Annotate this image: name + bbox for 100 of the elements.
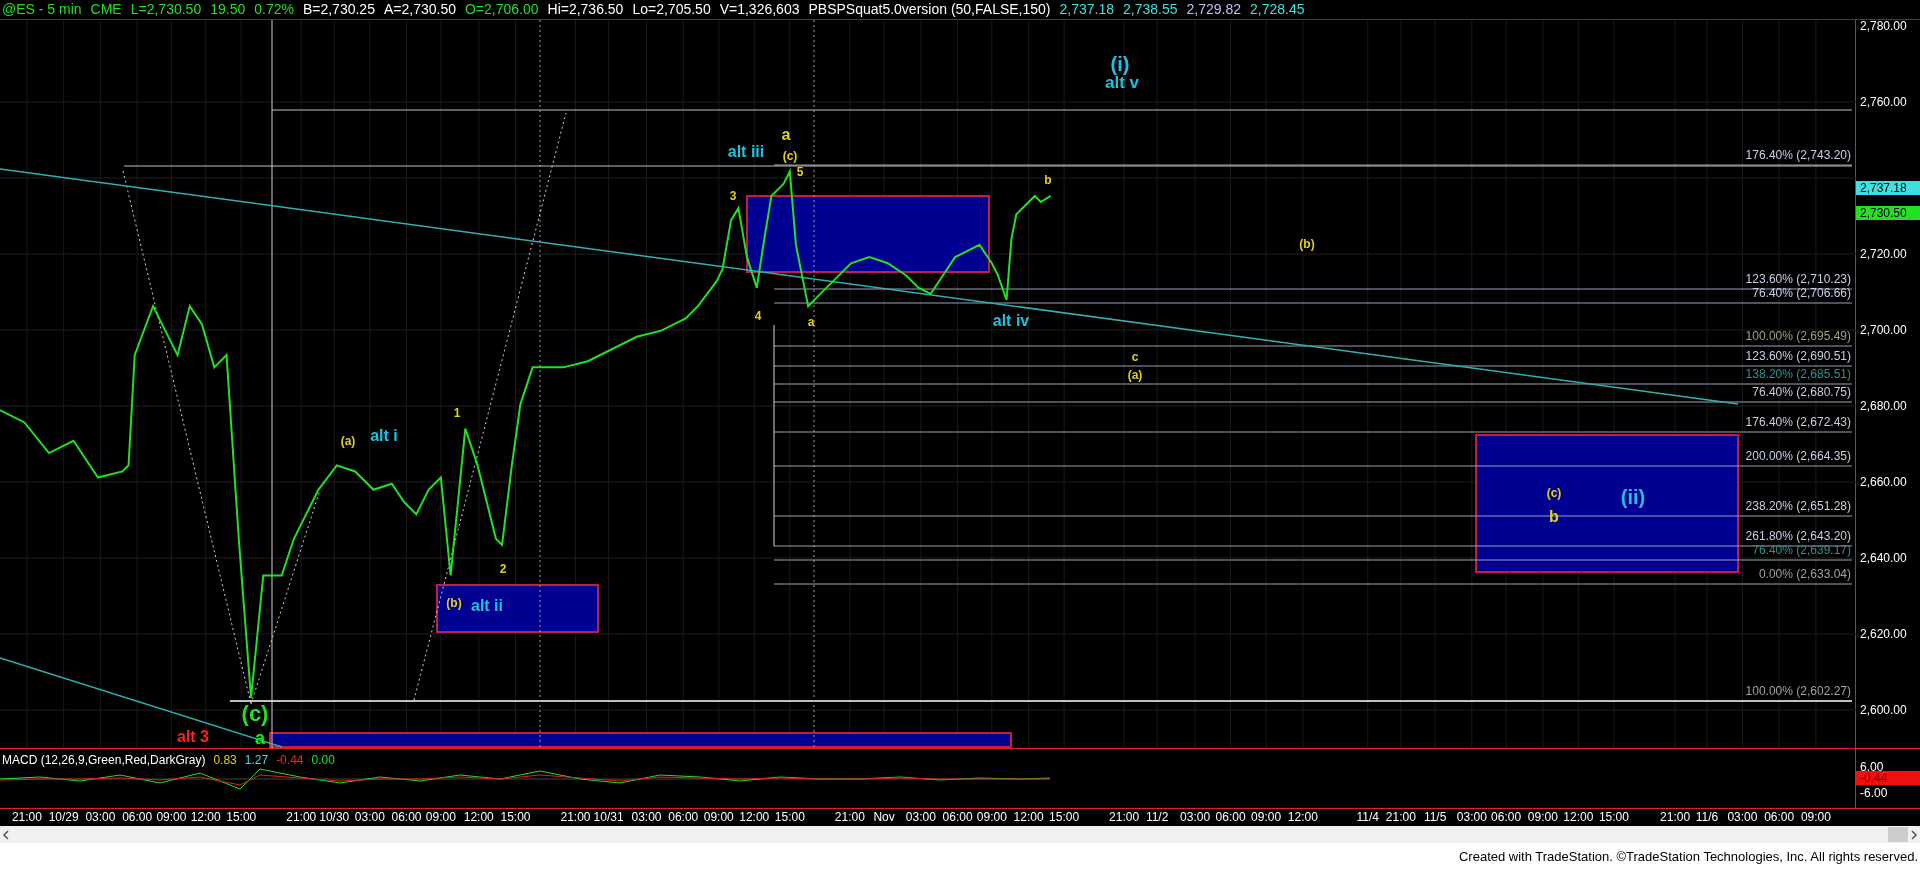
price-axis-label: 2,780.00 bbox=[1860, 20, 1907, 32]
price-axis-label: 2,640.00 bbox=[1860, 552, 1907, 564]
header-field: O=2,706.00 bbox=[464, 0, 539, 20]
time-axis-label: Nov bbox=[873, 811, 895, 823]
fib-level-label: 76.40% (2,680.75) bbox=[1752, 386, 1851, 399]
wave-label: (a) bbox=[340, 435, 356, 447]
fib-level-label: 76.40% (2,639.17) bbox=[1752, 544, 1851, 557]
price-axis-label: 2,760.00 bbox=[1860, 96, 1907, 108]
fib-level-label: 261.80% (2,643.20) bbox=[1745, 530, 1851, 543]
fib-level-label: 200.00% (2,664.35) bbox=[1745, 450, 1851, 463]
time-axis-label: 15:00 bbox=[500, 811, 531, 823]
header-field: @ES - 5 min bbox=[2, 0, 82, 20]
time-axis-label: 15:00 bbox=[1598, 811, 1629, 823]
macd-legend-text: MACD (12,26,9,Green,Red,DarkGray) bbox=[2, 752, 206, 769]
wave-label: (c) bbox=[782, 150, 798, 162]
header-field: CME bbox=[90, 0, 122, 20]
time-axis-label: 21:00 bbox=[11, 811, 42, 823]
time-axis-label: 21:00 bbox=[560, 811, 591, 823]
wave-label: (b) bbox=[446, 597, 462, 609]
copyright-text: Created with TradeStation. ©TradeStation Technologies, Inc. All rights reserved. bbox=[1458, 847, 1918, 866]
time-axis-label: 12:00 bbox=[1013, 811, 1044, 823]
time-axis-label: 11/2 bbox=[1145, 811, 1169, 823]
time-axis-label: 03:00 bbox=[1456, 811, 1487, 823]
scroll-left-icon[interactable] bbox=[0, 828, 12, 841]
time-axis-label: 03:00 bbox=[1727, 811, 1758, 823]
header-field: Hi=2,736.50 bbox=[547, 0, 624, 20]
time-axis-label: 06:00 bbox=[942, 811, 973, 823]
header-field: 2,729.82 bbox=[1186, 0, 1241, 20]
time-axis-label: 21:00 bbox=[1385, 811, 1416, 823]
scroll-right-icon[interactable] bbox=[1908, 828, 1920, 841]
time-axis-label: 03:00 bbox=[354, 811, 385, 823]
header-field: 2,728.45 bbox=[1250, 0, 1305, 20]
price-axis-label: 2,620.00 bbox=[1860, 628, 1907, 640]
wave-label: (c) bbox=[1546, 487, 1562, 499]
header-field: 2,738.55 bbox=[1123, 0, 1178, 20]
header-field: V=1,326,603 bbox=[719, 0, 800, 20]
wave-label: c bbox=[1131, 351, 1139, 363]
wave-label: (i) bbox=[1110, 54, 1130, 74]
macd-marker: -0.44 bbox=[1856, 771, 1920, 785]
macd-legend-text: 0.83 bbox=[213, 752, 237, 769]
fib-level-label: 123.60% (2,710.23) bbox=[1745, 273, 1851, 286]
wave-label: alt iii bbox=[727, 144, 765, 160]
price-axis-label: 2,680.00 bbox=[1860, 400, 1907, 412]
time-axis-label: 10/31 bbox=[593, 811, 624, 823]
time-axis-label: 21:00 bbox=[834, 811, 865, 823]
wave-label: b bbox=[1044, 174, 1052, 186]
fib-level-label: 0.00% (2,633.04) bbox=[1758, 568, 1851, 581]
time-axis-label: 21:00 bbox=[286, 811, 317, 823]
time-axis-label: 06:00 bbox=[1491, 811, 1522, 823]
header-field: 2,737.18 bbox=[1059, 0, 1114, 20]
time-axis-label: 09:00 bbox=[1800, 811, 1831, 823]
wave-label: 1 bbox=[453, 407, 461, 419]
time-axis-label: 09:00 bbox=[976, 811, 1007, 823]
time-axis-label: 15:00 bbox=[1049, 811, 1080, 823]
time-axis-label: 15:00 bbox=[774, 811, 805, 823]
wave-label: alt iv bbox=[992, 313, 1030, 329]
time-axis-label: 12:00 bbox=[1563, 811, 1594, 823]
header-field: A=2,730.50 bbox=[383, 0, 456, 20]
time-axis-label: 09:00 bbox=[156, 811, 187, 823]
header-field: L=2,730.50 bbox=[130, 0, 202, 20]
time-axis-label: 06:00 bbox=[122, 811, 153, 823]
time-axis-label: 06:00 bbox=[1764, 811, 1795, 823]
header-field: Lo=2,705.50 bbox=[632, 0, 711, 20]
time-axis-label: 03:00 bbox=[85, 811, 116, 823]
fib-level-label: 176.40% (2,743.20) bbox=[1745, 149, 1851, 162]
time-axis-label: 09:00 bbox=[1527, 811, 1558, 823]
macd-legend-text: 1.27 bbox=[244, 752, 269, 769]
header-field: PBSPSquat5.0version (50,FALSE,150) bbox=[808, 0, 1051, 20]
time-axis-label: 11/5 bbox=[1423, 811, 1447, 823]
wave-label: b bbox=[1549, 509, 1559, 525]
time-axis-label: 09:00 bbox=[425, 811, 456, 823]
fib-level-label: 76.40% (2,706.66) bbox=[1752, 287, 1851, 300]
scrollbar-thumb[interactable] bbox=[1888, 827, 1908, 842]
time-axis-label: 21:00 bbox=[1660, 811, 1691, 823]
fib-level-label: 176.40% (2,672.43) bbox=[1745, 416, 1851, 429]
macd-legend-text: 0.00 bbox=[311, 752, 335, 769]
time-axis-label: 15:00 bbox=[226, 811, 257, 823]
fib-level-label: 238.20% (2,651.28) bbox=[1745, 500, 1851, 513]
time-axis-label: 06:00 bbox=[668, 811, 699, 823]
macd-axis-label: -6.00 bbox=[1860, 787, 1888, 799]
price-axis-label: 2,720.00 bbox=[1860, 248, 1907, 260]
wave-label: a bbox=[781, 127, 791, 143]
price-axis-label: 2,660.00 bbox=[1860, 476, 1907, 488]
price-axis-label: 2,700.00 bbox=[1860, 324, 1907, 336]
time-axis-label: 03:00 bbox=[905, 811, 936, 823]
wave-label: (c) bbox=[241, 703, 269, 725]
wave-label: alt 3 bbox=[177, 729, 209, 745]
time-axis-label: 12:00 bbox=[190, 811, 221, 823]
time-axis-label: 03:00 bbox=[631, 811, 662, 823]
time-axis-label: 09:00 bbox=[1251, 811, 1282, 823]
wave-label: (b) bbox=[1299, 238, 1315, 250]
time-axis-label: 21:00 bbox=[1109, 811, 1140, 823]
wave-label: (ii) bbox=[1620, 487, 1646, 507]
time-axis-label: 06:00 bbox=[1215, 811, 1246, 823]
time-axis-label: 11/6 bbox=[1695, 811, 1719, 823]
time-axis-label: 12:00 bbox=[739, 811, 770, 823]
time-axis-label: 06:00 bbox=[391, 811, 422, 823]
wave-label: 4 bbox=[754, 310, 762, 322]
wave-label: 3 bbox=[729, 190, 737, 202]
macd-axis-label: 6.00 bbox=[1860, 761, 1884, 773]
